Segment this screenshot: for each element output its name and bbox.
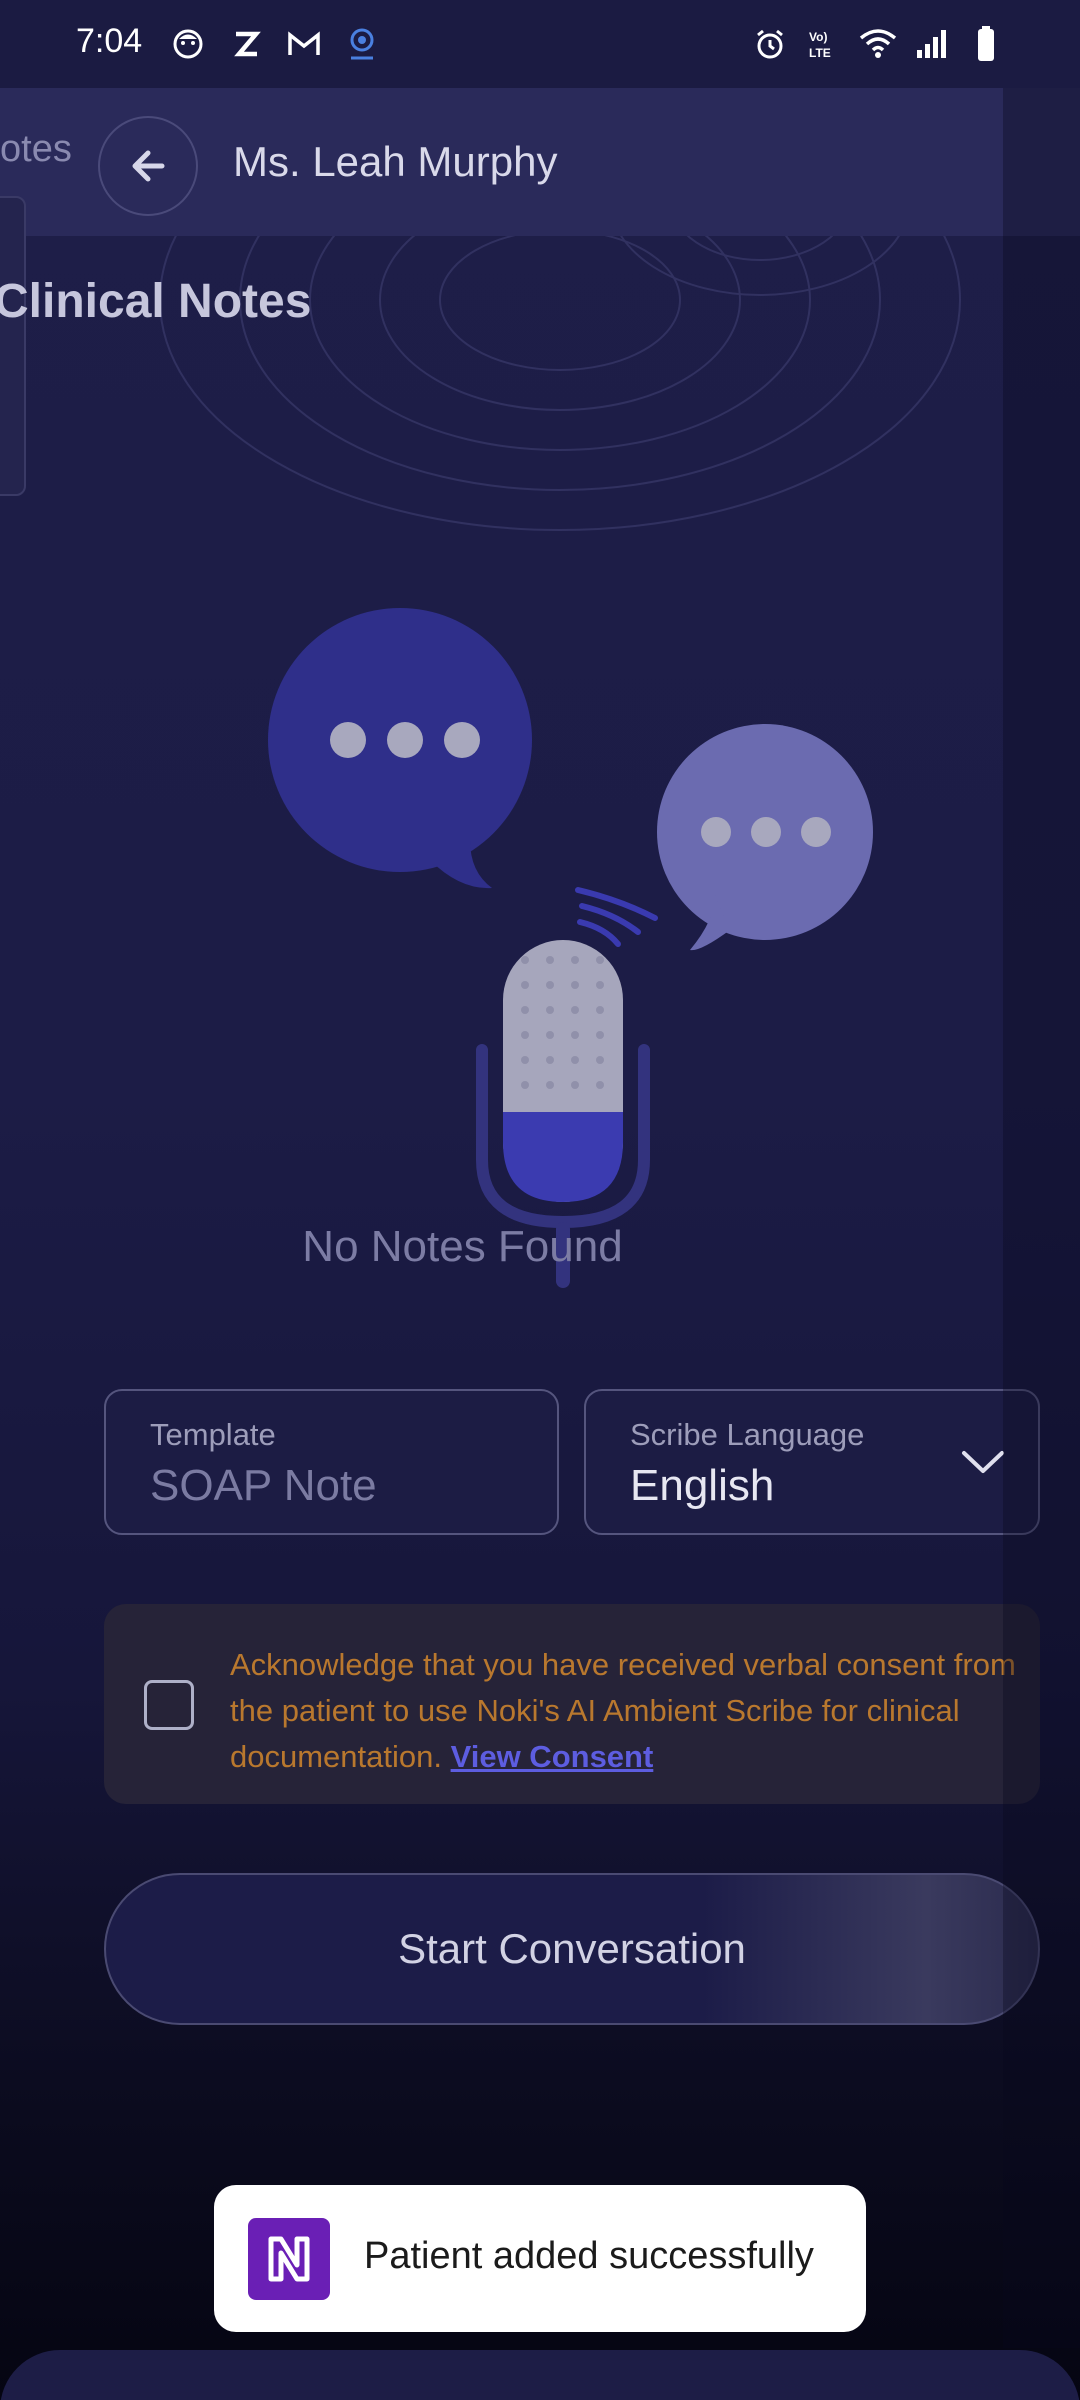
scribe-language-select[interactable]: Scribe Language English xyxy=(584,1389,1040,1535)
empty-state-message: No Notes Found xyxy=(302,1222,623,1271)
gmail-icon xyxy=(284,24,324,64)
consent-text-block: Acknowledge that you have received verba… xyxy=(230,1642,1020,1780)
scribe-language-value: English xyxy=(630,1461,775,1510)
chat-bubble-icon xyxy=(268,608,532,889)
system-icons: Vo) LTE xyxy=(750,24,1006,64)
consent-panel: Acknowledge that you have received verba… xyxy=(104,1604,1040,1804)
template-label: Template xyxy=(150,1417,276,1452)
wifi-icon xyxy=(858,24,898,64)
status-bar: 7:04 Vo) LTE xyxy=(0,0,1080,88)
arrow-left-icon xyxy=(132,150,165,182)
success-toast: Patient added successfully xyxy=(214,2185,866,2332)
volte-icon: Vo) LTE xyxy=(804,24,844,64)
back-button[interactable] xyxy=(98,116,198,216)
baby-face-icon xyxy=(168,24,208,64)
battery-icon xyxy=(966,24,1006,64)
consent-checkbox[interactable] xyxy=(144,1680,194,1730)
template-field[interactable]: Template SOAP Note xyxy=(104,1389,559,1535)
svg-text:LTE: LTE xyxy=(809,46,831,60)
signal-icon xyxy=(912,24,952,64)
previous-screen-title: otes xyxy=(0,128,72,170)
right-edge-overlay xyxy=(1003,88,1080,2348)
webcam-icon xyxy=(342,24,382,64)
scribe-language-label: Scribe Language xyxy=(630,1417,865,1452)
chat-bubble-icon xyxy=(657,724,873,951)
patient-name: Ms. Leah Murphy xyxy=(233,138,558,185)
start-conversation-label: Start Conversation xyxy=(398,1925,746,1972)
noki-logo-icon xyxy=(248,2218,330,2300)
empty-notes-illustration xyxy=(268,608,873,1288)
template-value: SOAP Note xyxy=(150,1461,377,1510)
alarm-icon xyxy=(750,24,790,64)
start-conversation-button[interactable]: Start Conversation xyxy=(104,1873,1040,2025)
status-time: 7:04 xyxy=(76,22,143,60)
z-app-icon xyxy=(226,24,266,64)
chevron-down-icon xyxy=(962,1451,1004,1473)
svg-text:Vo): Vo) xyxy=(809,30,827,44)
section-title: Clinical Notes xyxy=(0,275,312,328)
bottom-sheet-edge xyxy=(0,2350,1080,2400)
app-header: otes Ms. Leah Murphy xyxy=(0,88,1080,236)
view-consent-link[interactable]: View Consent xyxy=(451,1739,654,1774)
app-screen: 7:04 Vo) LTE otes Ms. Leah Murphy Clinic… xyxy=(0,0,1080,2400)
side-drawer-handle[interactable] xyxy=(0,196,26,496)
toast-message: Patient added successfully xyxy=(364,2235,814,2277)
notification-icons xyxy=(168,24,382,64)
